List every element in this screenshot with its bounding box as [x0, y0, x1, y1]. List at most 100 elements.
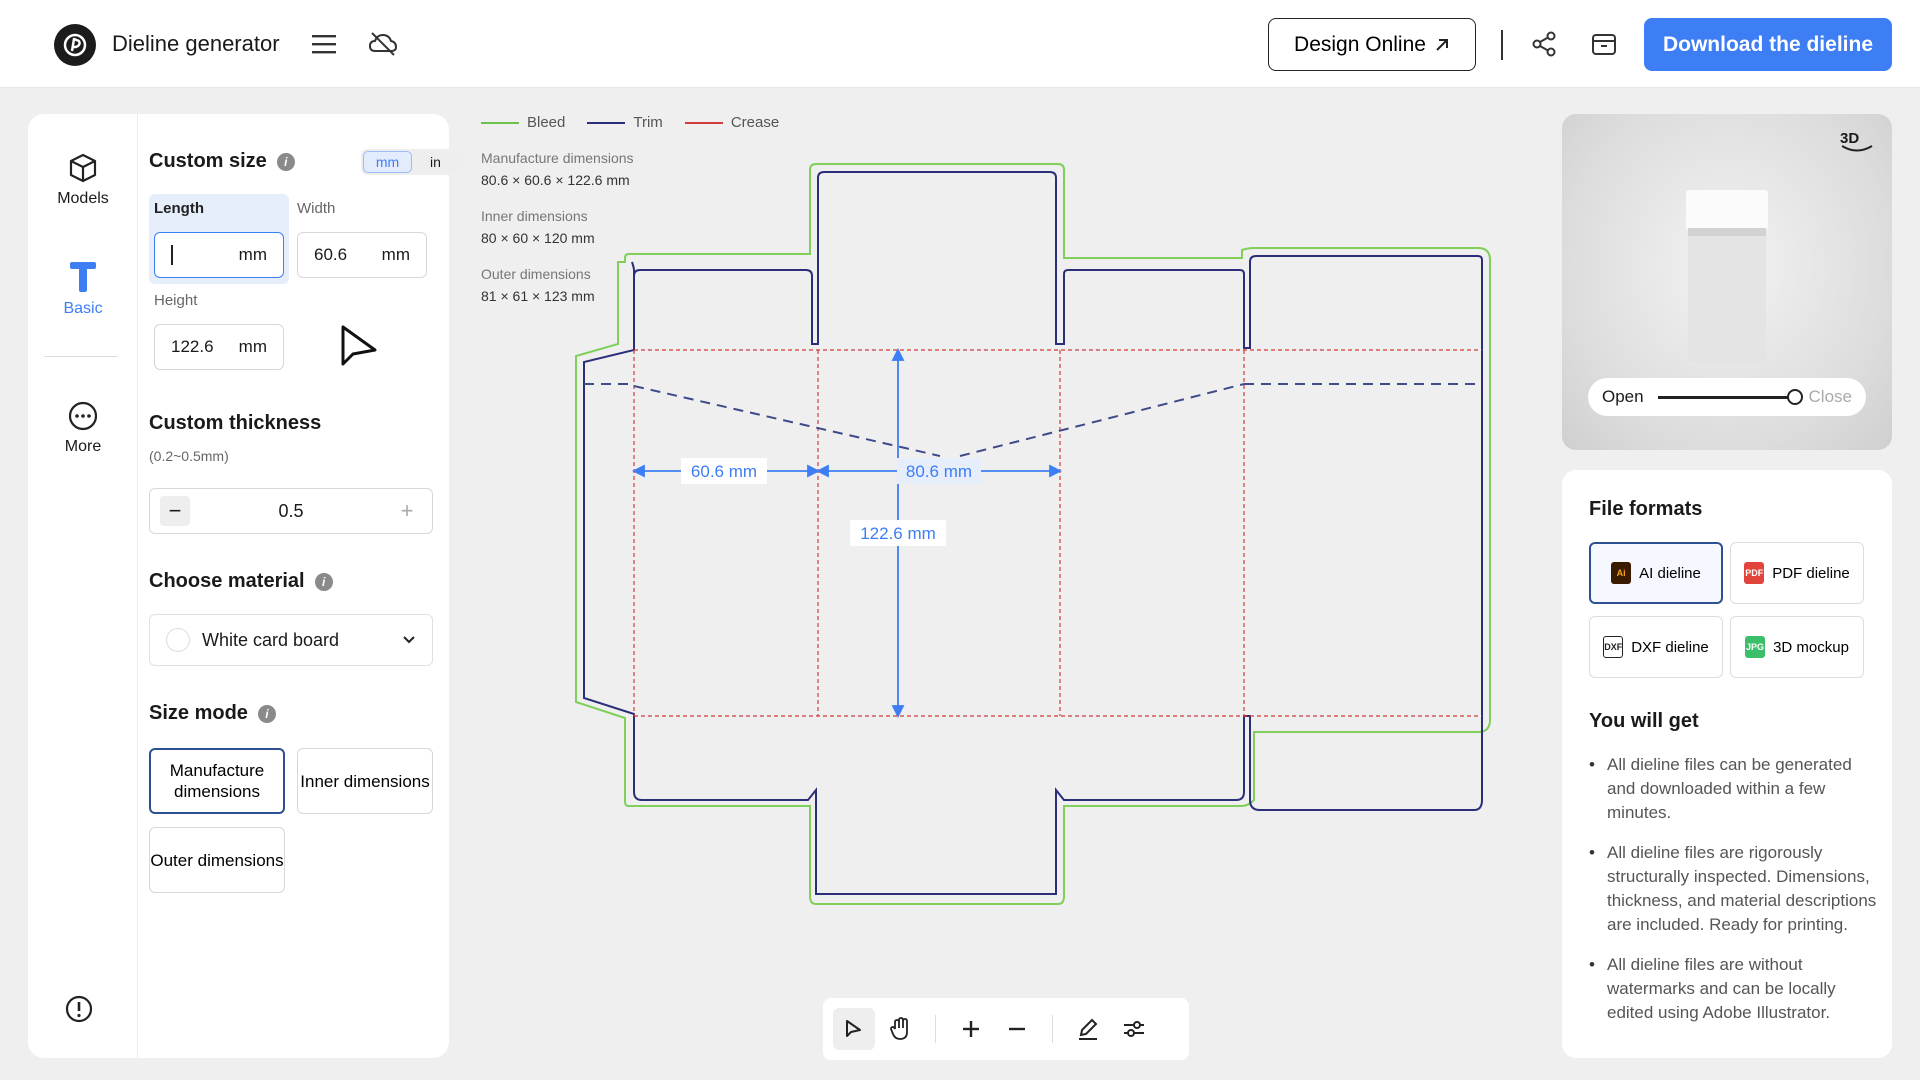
mode-inner-button[interactable]: Inner dimensions — [297, 748, 433, 814]
jpg-file-icon: JPG — [1745, 636, 1766, 658]
info-icon[interactable]: i — [276, 152, 295, 171]
size-mode-title-label: Size mode — [149, 702, 248, 724]
material-title-label: Choose material — [149, 570, 305, 592]
thickness-increment-button[interactable]: + — [392, 496, 422, 526]
width-label: Width — [297, 200, 336, 217]
dimension-arrows — [631, 347, 1063, 719]
dxf-file-icon: DXF — [1603, 636, 1624, 658]
rail-item-label: Models — [57, 190, 109, 207]
canvas-toolbar — [823, 998, 1189, 1060]
thickness-value[interactable]: 0.5 — [278, 501, 303, 522]
width-input[interactable]: 60.6 mm — [297, 232, 427, 278]
height-input[interactable]: 122.6 mm — [154, 324, 284, 370]
size-mode-title: Size mode i — [149, 702, 276, 725]
height-unit: mm — [238, 337, 267, 356]
unit-toggle: mm in — [361, 149, 461, 175]
format-3d-mockup-button[interactable]: JPG 3D mockup — [1730, 616, 1864, 678]
select-tool-icon[interactable] — [833, 1008, 875, 1050]
hand-tool-icon[interactable] — [879, 1008, 921, 1050]
3d-preview[interactable]: 3D Open Close — [1562, 114, 1892, 450]
thickness-stepper: − 0.5 + — [149, 488, 433, 534]
top-header: Dieline generator Design Online Download… — [0, 0, 1920, 88]
text-caret — [171, 245, 173, 265]
open-close-slider: Open Close — [1588, 378, 1866, 416]
height-dimension-label: 122.6 mm — [860, 524, 936, 543]
share-icon[interactable] — [1526, 26, 1562, 62]
mode-outer-button[interactable]: Outer dimensions — [149, 827, 285, 893]
height-label: Height — [154, 292, 198, 309]
ai-file-icon: Ai — [1611, 562, 1632, 584]
length-unit: mm — [238, 245, 267, 264]
download-dieline-button[interactable]: Download the dieline — [1644, 18, 1892, 71]
thickness-range: (0.2~0.5mm) — [149, 448, 229, 464]
side-rail: Models Basic More — [28, 114, 138, 1058]
mode-manufacture-button[interactable]: Manufacture dimensions — [149, 748, 285, 814]
format-label: 3D mockup — [1773, 638, 1849, 656]
hamburger-menu-icon[interactable] — [306, 26, 342, 62]
pdf-file-icon: PDF — [1744, 562, 1765, 584]
crease-lines — [633, 349, 1482, 717]
app-title: Dieline generator — [112, 31, 280, 56]
design-online-button[interactable]: Design Online — [1268, 18, 1476, 71]
dieline-canvas[interactable]: 60.6 mm 80.6 mm 122.6 mm — [560, 150, 1510, 920]
benefit-item: All dieline files can be generated and d… — [1589, 753, 1879, 825]
legend-crease: Crease — [684, 114, 779, 131]
cube-icon — [69, 153, 97, 183]
material-swatch — [166, 628, 190, 652]
info-icon[interactable]: i — [314, 572, 333, 591]
close-label: Close — [1808, 387, 1852, 406]
format-dxf-button[interactable]: DXF DXF dieline — [1589, 616, 1723, 678]
ruler-t-icon — [70, 262, 96, 292]
zoom-in-icon[interactable] — [950, 1008, 992, 1050]
slider-track[interactable] — [1657, 388, 1803, 405]
edit-pen-icon[interactable] — [1067, 1008, 1109, 1050]
archive-box-icon[interactable] — [1586, 26, 1622, 62]
rail-item-more[interactable]: More — [28, 400, 138, 456]
material-selected: White card board — [202, 629, 340, 650]
width-value: 60.6 — [314, 245, 348, 264]
custom-thickness-title: Custom thickness — [149, 412, 322, 434]
benefit-item: All dieline files are rigorously structu… — [1589, 841, 1879, 937]
rail-item-label: More — [64, 438, 102, 455]
cloud-off-icon[interactable] — [365, 26, 401, 62]
format-label: DXF dieline — [1631, 638, 1709, 656]
design-online-label: Design Online — [1294, 32, 1426, 56]
toolbar-divider — [1052, 1015, 1053, 1043]
preview-badge: 3D — [1840, 130, 1860, 147]
you-will-get-title: You will get — [1589, 710, 1699, 732]
format-ai-button[interactable]: Ai AI dieline — [1589, 542, 1723, 604]
benefits-list: All dieline files can be generated and d… — [1589, 753, 1879, 1041]
benefit-item: All dieline files are without watermarks… — [1589, 953, 1879, 1025]
app-logo-icon[interactable] — [54, 24, 96, 66]
rotate-3d-icon[interactable]: 3D — [1840, 130, 1874, 153]
format-label: AI dieline — [1639, 564, 1701, 582]
width-dimension-label: 60.6 mm — [691, 462, 757, 481]
external-arrow-icon — [1436, 38, 1448, 51]
info-icon[interactable]: i — [257, 704, 276, 723]
settings-panel: Models Basic More Custom size i mm in Le… — [28, 114, 461, 1058]
material-select[interactable]: White card board — [149, 614, 433, 666]
toolbar-divider — [935, 1015, 936, 1043]
length-input[interactable]: mm — [154, 232, 284, 278]
line-legend: Bleed Trim Crease — [481, 114, 779, 131]
material-title: Choose material i — [149, 570, 333, 593]
custom-size-label: Custom size — [149, 150, 267, 172]
rail-item-models[interactable]: Models — [28, 152, 138, 208]
unit-in-option[interactable]: in — [412, 151, 459, 173]
custom-size-title: Custom size i — [149, 150, 295, 173]
info-alert-icon[interactable] — [64, 994, 94, 1024]
header-divider — [1501, 30, 1503, 60]
height-value: 122.6 — [171, 337, 214, 356]
thickness-decrement-button[interactable]: − — [160, 496, 190, 526]
format-pdf-button[interactable]: PDF PDF dieline — [1730, 542, 1864, 604]
rail-item-label: Basic — [63, 300, 103, 317]
bleed-outline — [575, 163, 1491, 905]
adjust-sliders-icon[interactable] — [1113, 1008, 1155, 1050]
slider-knob[interactable] — [1786, 388, 1803, 405]
zoom-out-icon[interactable] — [996, 1008, 1038, 1050]
length-label: Length — [154, 200, 204, 217]
mouse-cursor-icon — [341, 325, 377, 366]
unit-mm-option[interactable]: mm — [363, 151, 412, 173]
format-label: PDF dieline — [1772, 564, 1850, 582]
rail-item-basic[interactable]: Basic — [28, 260, 138, 318]
